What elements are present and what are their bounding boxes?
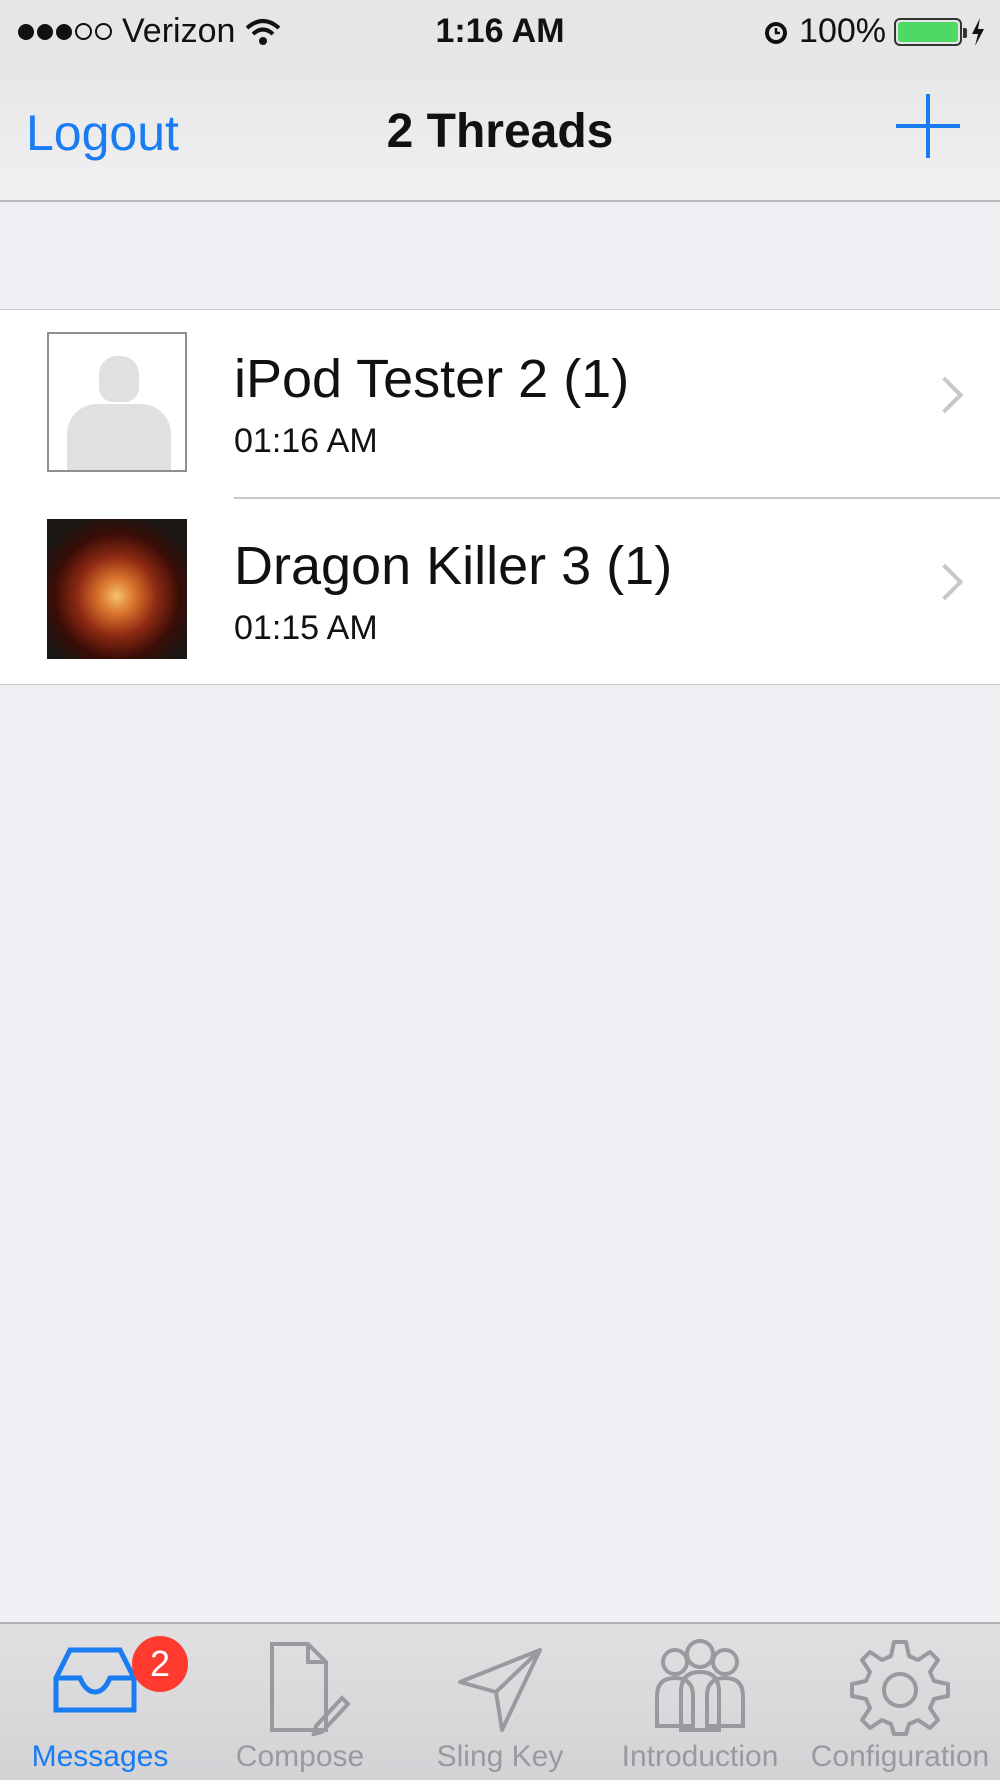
battery-icon: [894, 17, 967, 46]
status-right: 100%: [761, 12, 986, 51]
tab-label: Configuration: [810, 1740, 990, 1773]
page-title: 2 Threads: [386, 105, 614, 158]
thread-row[interactable]: iPod Tester 2 (1) 01:16 AM: [0, 310, 1000, 497]
chevron-right-icon: [926, 563, 964, 601]
placeholder-avatar: [47, 332, 187, 472]
tab-label: Sling Key: [436, 1740, 564, 1773]
thread-time: 01:15 AM: [234, 609, 378, 647]
unread-badge: 2: [132, 1636, 188, 1692]
tab-bar: 2 Messages Compose Sling Key Introductio…: [0, 1622, 1000, 1780]
thread-name: iPod Tester 2 (1): [234, 349, 630, 409]
dragon-avatar: [47, 519, 187, 659]
thread-time: 01:16 AM: [234, 422, 378, 460]
tab-label: Introduction: [621, 1740, 779, 1773]
compose-icon: [270, 1642, 350, 1736]
tab-configuration[interactable]: Configuration: [800, 1624, 1000, 1780]
tab-compose[interactable]: Compose: [200, 1624, 400, 1780]
charging-bolt-icon: [972, 17, 984, 46]
plus-icon[interactable]: [896, 94, 960, 158]
alarm-icon: [765, 21, 788, 44]
tab-label: Messages: [31, 1740, 169, 1773]
tab-label: Compose: [235, 1740, 365, 1773]
navigation-bar: Logout 2 Threads: [0, 64, 1000, 202]
thread-list: iPod Tester 2 (1) 01:16 AM Dragon Killer…: [0, 309, 1000, 685]
chevron-right-icon: [926, 376, 964, 414]
status-bar: Verizon 1:16 AM 100%: [0, 0, 1000, 64]
send-icon: [458, 1648, 542, 1732]
people-icon: [655, 1639, 745, 1732]
gear-icon: [850, 1640, 950, 1736]
thread-name: Dragon Killer 3 (1): [234, 536, 673, 596]
tab-messages[interactable]: 2 Messages: [0, 1624, 200, 1780]
battery-percent: 100%: [799, 12, 886, 50]
tab-introduction[interactable]: Introduction: [600, 1624, 800, 1780]
tab-sling-key[interactable]: Sling Key: [400, 1624, 600, 1780]
thread-row[interactable]: Dragon Killer 3 (1) 01:15 AM: [0, 497, 1000, 684]
